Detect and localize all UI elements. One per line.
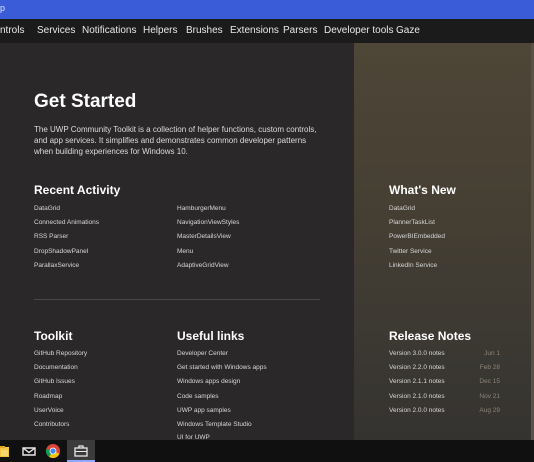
taskbar [0, 440, 534, 462]
section-divider [34, 299, 320, 300]
nav-item-brushes[interactable]: Brushes [186, 25, 223, 36]
nav-item-helpers[interactable]: Helpers [143, 25, 177, 36]
release-date: Jun 1 [484, 350, 500, 357]
file-explorer-icon[interactable] [0, 443, 16, 459]
recent-link-navigationviewstyles[interactable]: NavigationViewStyles [177, 219, 239, 226]
useful-link-code-samples[interactable]: Code samples [177, 393, 219, 400]
release-date: Aug 29 [479, 407, 500, 414]
whats-new-link-datagrid[interactable]: DataGrid [389, 205, 415, 212]
useful-link-uwp-app-samples[interactable]: UWP app samples [177, 407, 231, 414]
useful-links-heading: Useful links [177, 329, 245, 343]
whats-new-link-plannertasklist[interactable]: PlannerTaskList [389, 219, 435, 226]
release-note-2-2-0[interactable]: Version 2.2.0 notes [389, 364, 445, 371]
nav-item-controls[interactable]: ntrols [0, 25, 24, 36]
recent-link-adaptivegridview[interactable]: AdaptiveGridView [177, 262, 229, 269]
useful-link-developer-center[interactable]: Developer Center [177, 350, 228, 357]
toolkit-link-documentation[interactable]: Documentation [34, 364, 78, 371]
nav-item-developer-tools[interactable]: Developer tools [324, 25, 393, 36]
recent-link-dropshadowpanel[interactable]: DropShadowPanel [34, 248, 88, 255]
recent-link-rss-parser[interactable]: RSS Parser [34, 233, 68, 240]
nav-item-gaze[interactable]: Gaze [396, 25, 420, 36]
chrome-icon[interactable] [45, 443, 61, 459]
useful-link-apps-design[interactable]: Windows apps design [177, 378, 240, 385]
release-date: Nov 21 [479, 393, 500, 400]
toolkit-link-roadmap[interactable]: Roadmap [34, 393, 62, 400]
top-navigation: ntrols Services Notifications Helpers Br… [0, 19, 534, 43]
recent-link-hamburgermenu[interactable]: HamburgerMenu [177, 205, 226, 212]
page-description: The UWP Community Toolkit is a collectio… [34, 125, 317, 156]
release-date: Dec 15 [479, 378, 500, 385]
nav-item-notifications[interactable]: Notifications [82, 25, 136, 36]
whats-new-link-linkedin-service[interactable]: LinkedIn Service [389, 262, 437, 269]
page-title: Get Started [34, 91, 137, 112]
nav-item-extensions[interactable]: Extensions [230, 25, 279, 36]
recent-link-datagrid[interactable]: DataGrid [34, 205, 60, 212]
toolkit-link-uservoice[interactable]: UserVoice [34, 407, 64, 414]
useful-link-get-started[interactable]: Get started with Windows apps [177, 364, 267, 371]
toolkit-link-contributors[interactable]: Contributors [34, 421, 69, 428]
toolkit-app-icon[interactable] [73, 443, 89, 459]
release-note-2-1-1[interactable]: Version 2.1.1 notes [389, 378, 445, 385]
recent-link-menu[interactable]: Menu [177, 248, 193, 255]
release-note-2-1-0[interactable]: Version 2.1.0 notes [389, 393, 445, 400]
recent-activity-heading: Recent Activity [34, 183, 121, 197]
release-note-3-0-0[interactable]: Version 3.0.0 notes [389, 350, 445, 357]
whats-new-heading: What's New [389, 183, 456, 197]
nav-item-services[interactable]: Services [37, 25, 75, 36]
toolkit-heading: Toolkit [34, 329, 73, 343]
window-title: p [0, 3, 6, 13]
release-notes-heading: Release Notes [389, 329, 472, 343]
whats-new-link-twitter-service[interactable]: Twitter Service [389, 248, 432, 255]
whats-new-link-powerbiembedded[interactable]: PowerBIEmbedded [389, 233, 445, 240]
nav-item-parsers[interactable]: Parsers [283, 25, 317, 36]
toolkit-link-github-repository[interactable]: GitHub Repository [34, 350, 87, 357]
release-date: Feb 28 [479, 364, 500, 371]
toolkit-link-github-issues[interactable]: GitHub Issues [34, 378, 75, 385]
title-bar: p [0, 0, 534, 19]
useful-link-template-studio[interactable]: Windows Template Studio [177, 421, 252, 428]
mail-icon[interactable] [21, 443, 37, 459]
recent-link-masterdetailsview[interactable]: MasterDetailsView [177, 233, 231, 240]
recent-link-connected-animations[interactable]: Connected Animations [34, 219, 99, 226]
recent-link-parallaxservice[interactable]: ParallaxService [34, 262, 79, 269]
release-note-2-0-0[interactable]: Version 2.0.0 notes [389, 407, 445, 414]
